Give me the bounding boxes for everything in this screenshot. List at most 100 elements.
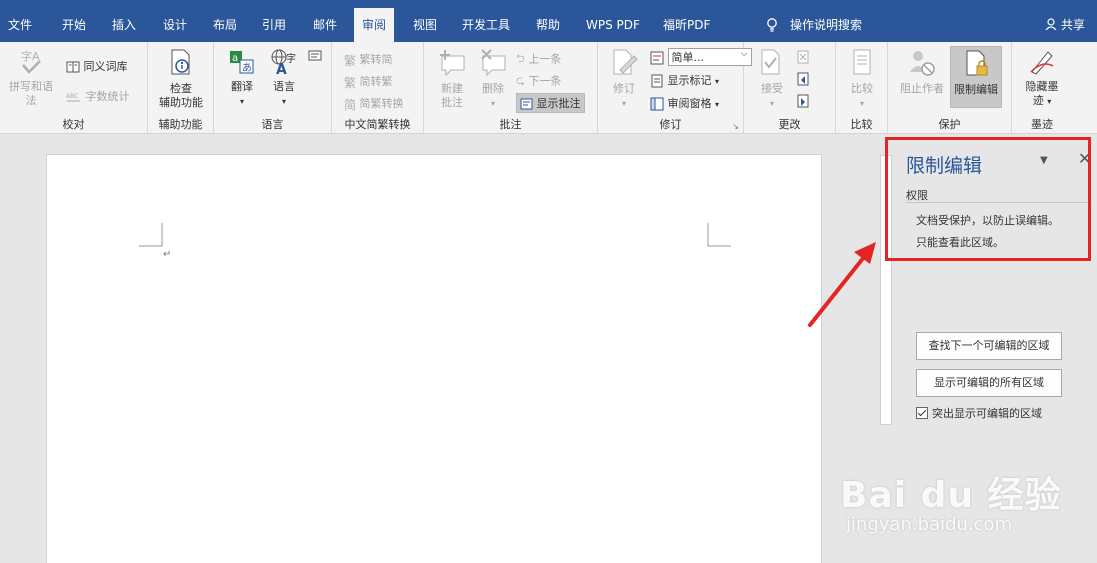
group-chinese-conversion: 繁 繁转简 繁 简转繁 简 简繁转换 中文简繁转换 [332,42,424,134]
pane-message-line-2: 只能查看此区域。 [916,236,1004,249]
accept-button[interactable]: 接受 ▾ [752,48,792,111]
tab-developer[interactable]: 开发工具 [462,8,510,42]
delete-comment-label: 删除 [482,82,504,95]
group-label-chinese: 中文简繁转换 [344,118,411,131]
group-label-protect: 保护 [938,118,961,131]
hide-ink-dropdown-icon: ▾ [1047,97,1052,106]
accept-label: 接受 [761,82,783,95]
pane-message: 文档受保护，以防止误编辑。 只能查看此区域。 [916,210,1059,254]
tab-wps-pdf[interactable]: WPS PDF [586,8,640,42]
tab-view[interactable]: 视图 [413,8,437,42]
close-icon[interactable]: ✕ [1078,149,1091,168]
reviewing-pane-button[interactable]: 审阅窗格 ▾ [650,95,719,111]
word-count-label: 字数统计 [85,90,130,103]
tab-foxit-pdf[interactable]: 福昕PDF [663,8,710,42]
tab-design[interactable]: 设计 [163,8,187,42]
person-icon [1045,18,1057,31]
restrict-editing-button[interactable]: 限制编辑 [950,46,1002,108]
new-comment-button[interactable]: 新建 批注 [432,48,472,110]
pane-section-heading: 权限 [906,189,928,202]
ribbon-tab-bar: 文件 开始 插入 设计 布局 引用 邮件 审阅 视图 开发工具 帮助 WPS P… [0,8,1097,42]
tab-references[interactable]: 引用 [262,8,286,42]
previous-change-icon[interactable] [796,72,810,86]
to-traditional-button[interactable]: 繁 简转繁 [344,73,393,91]
pane-options-chevron-icon[interactable]: ▼ [1040,155,1048,166]
tab-review[interactable]: 审阅 [354,8,395,42]
check-label-2: 辅助功能 [159,96,203,109]
language-button[interactable]: A 字 语言 ▾ [264,48,304,109]
tab-mailings[interactable]: 邮件 [313,8,337,42]
reviewing-pane-icon [650,97,664,111]
tab-file[interactable]: 文件 [8,8,32,42]
next-comment-label: 下一条 [528,74,562,88]
block-authors-button[interactable]: 阻止作者 [894,48,950,96]
translate-dropdown-icon: ▾ [239,97,244,106]
document-page[interactable]: ↵ [46,154,822,563]
markup-select[interactable]: 简单... ⌵ [667,48,752,66]
pane-message-line-1: 文档受保护，以防止误编辑。 [916,214,1059,227]
group-label-tracking: 修订 [659,118,682,131]
previous-comment-icon: ⮌ [516,52,525,65]
show-all-regions-button[interactable]: 显示可编辑的所有区域 [916,369,1062,397]
book-icon [66,61,80,73]
compare-icon [853,49,871,75]
hide-ink-button[interactable]: 隐藏墨 迹 ▾ [1018,48,1066,109]
spelling-button[interactable]: 字A 拼写和语法 [4,48,58,108]
track-changes-icon [613,49,638,75]
svg-text:ABC: ABC [66,93,78,100]
group-tracking: 修订 ▾ 简单... ⌵ 显示标记 ▾ 审阅窗格 ▾ 修订 ↘ [598,42,752,134]
share-button[interactable]: 共享 [1045,8,1085,42]
share-label: 共享 [1060,18,1085,32]
group-label-changes: 更改 [778,118,801,131]
tab-home[interactable]: 开始 [62,8,86,42]
markup-icon [650,51,664,65]
convert-char-icon: 简 [344,97,357,112]
margin-corner-right [707,223,731,247]
svg-text:a: a [232,53,238,64]
tab-layout[interactable]: 布局 [213,8,237,42]
simplified-char-icon: 繁 [344,75,357,90]
next-change-icon[interactable] [796,94,810,108]
tab-help[interactable]: 帮助 [536,8,560,42]
group-proofing: 字A 拼写和语法 同义词库 ABC 字数统计 校对 [0,42,148,134]
show-comments-button[interactable]: 显示批注 [516,93,585,113]
highlight-regions-checkbox[interactable]: 突出显示可编辑的区域 [916,405,1042,421]
thesaurus-button[interactable]: 同义词库 [66,58,128,74]
markup-dropdown[interactable]: 简单... ⌵ [650,48,752,66]
document-area: ↵ [0,135,878,563]
word-count-button[interactable]: ABC 字数统计 [66,88,130,104]
traditional-char-icon: 繁 [344,53,357,68]
show-markup-label: 显示标记 [667,74,712,87]
show-comments-label: 显示批注 [536,97,581,110]
block-authors-icon [910,51,935,76]
previous-comment-button[interactable]: ⮌ 上一条 [516,50,561,69]
compare-button[interactable]: 比较 ▾ [842,48,882,111]
title-bar [0,0,1097,8]
reviewing-pane-dropdown-icon: ▾ [715,100,720,109]
find-next-region-button[interactable]: 查找下一个可编辑的区域 [916,332,1062,360]
group-protect: 阻止作者 限制编辑 保护 [888,42,1012,134]
track-changes-button[interactable]: 修订 ▾ [604,48,644,111]
dialog-launcher-icon[interactable]: ↘ [732,122,739,131]
delete-dropdown-icon: ▾ [490,99,495,108]
hide-ink-label-1: 隐藏墨 [1025,80,1059,93]
block-authors-label: 阻止作者 [900,82,944,95]
translate-button[interactable]: a あ 翻译 ▾ [224,48,260,109]
to-simplified-button[interactable]: 繁 繁转简 [344,51,393,69]
spelling-check-icon: 字A [21,49,41,74]
track-changes-label: 修订 [613,82,635,95]
checkbox-checked-icon[interactable] [916,407,928,419]
tell-me-search[interactable]: 操作说明搜索 [790,8,862,42]
show-markup-button[interactable]: 显示标记 ▾ [650,72,719,88]
margin-corner-left [139,223,163,247]
tab-insert[interactable]: 插入 [112,8,136,42]
new-comment-label-2: 批注 [441,96,463,109]
delete-comment-button[interactable]: 删除 ▾ [474,48,512,111]
language-extra-icon[interactable] [308,50,322,62]
check-accessibility-button[interactable]: 检查 辅助功能 [152,48,210,110]
reviewing-pane-label: 审阅窗格 [667,97,712,110]
next-comment-button[interactable]: ⮎ 下一条 [516,72,561,91]
chinese-convert-button[interactable]: 简 简繁转换 [344,95,404,113]
lightbulb-icon [767,18,777,32]
reject-icon[interactable] [796,50,810,64]
